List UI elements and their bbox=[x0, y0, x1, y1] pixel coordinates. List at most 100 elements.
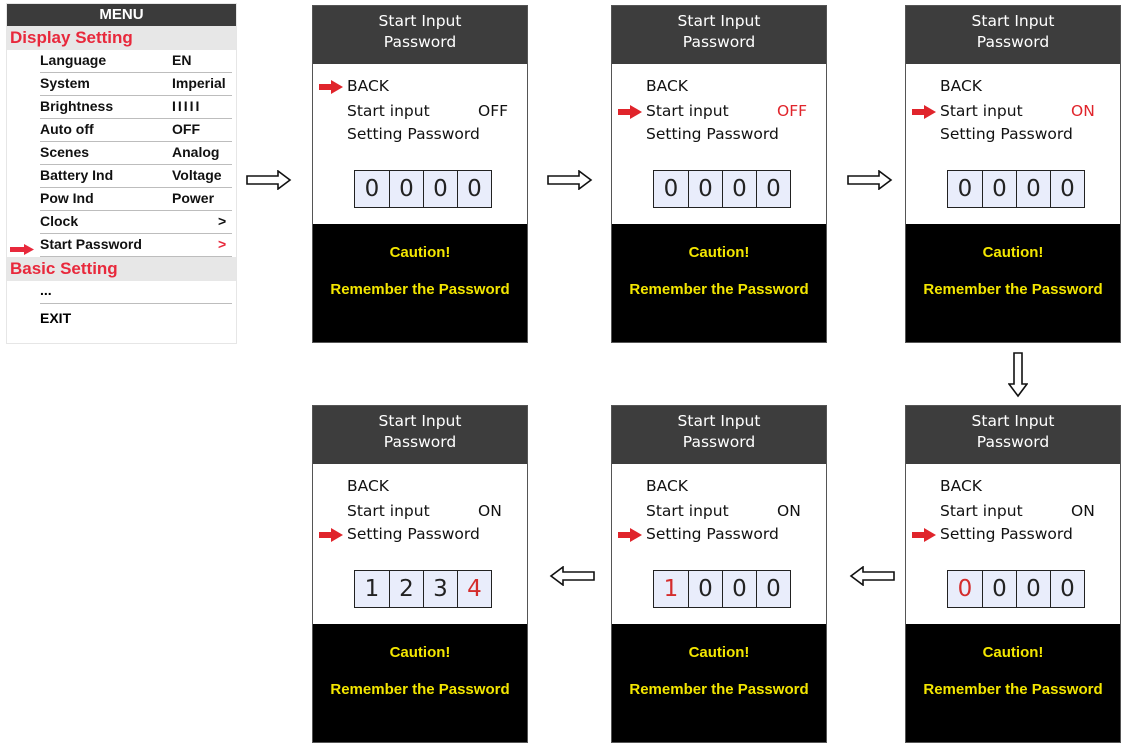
password-digit[interactable]: 4 bbox=[457, 571, 491, 607]
start-input-value: ON bbox=[1071, 102, 1095, 120]
menu-item-system[interactable]: System Imperial bbox=[40, 73, 232, 96]
option-back[interactable]: BACK bbox=[940, 477, 982, 495]
remember-text: Remember the Password bbox=[330, 681, 510, 698]
option-label: BACK bbox=[347, 477, 389, 495]
screen-title-line1: Start Input bbox=[971, 412, 1055, 430]
screen-title-line2: Password bbox=[383, 33, 457, 51]
option-setting-password[interactable]: Setting Password bbox=[618, 525, 779, 543]
password-digit[interactable]: 0 bbox=[756, 171, 790, 207]
option-back[interactable]: BACK bbox=[940, 77, 982, 95]
option-label: Start input bbox=[347, 502, 430, 520]
option-back[interactable]: BACK bbox=[646, 77, 688, 95]
option-label: Setting Password bbox=[646, 125, 779, 143]
menu-item-value: IIIII bbox=[172, 98, 202, 114]
password-digit[interactable]: 0 bbox=[982, 571, 1016, 607]
password-digit[interactable]: 0 bbox=[389, 171, 423, 207]
password-digit[interactable]: 0 bbox=[688, 171, 722, 207]
menu-item-label: Start Password bbox=[40, 236, 142, 252]
remember-text: Remember the Password bbox=[629, 681, 809, 698]
start-input-value: OFF bbox=[478, 102, 509, 120]
menu-item-start-password[interactable]: Start Password > bbox=[10, 234, 232, 257]
menu-item-auto-off[interactable]: Auto off OFF bbox=[40, 119, 232, 142]
menu-item-value: Voltage bbox=[172, 167, 222, 183]
screen-title-line2: Password bbox=[976, 33, 1050, 51]
password-digit[interactable]: 1 bbox=[654, 571, 688, 607]
password-digit[interactable]: 0 bbox=[1050, 171, 1084, 207]
option-setting-password[interactable]: Setting Password bbox=[319, 525, 480, 543]
menu-section-display-setting[interactable]: Display Setting bbox=[7, 26, 236, 50]
option-label: Setting Password bbox=[646, 525, 779, 543]
menu-item-language[interactable]: Language EN bbox=[40, 50, 232, 73]
option-start-input[interactable]: Start input ON bbox=[912, 102, 1095, 120]
menu-item-label: Brightness bbox=[40, 98, 114, 114]
screen-title-line1: Start Input bbox=[378, 412, 462, 430]
password-digit[interactable]: 0 bbox=[948, 571, 982, 607]
option-label: Start input bbox=[347, 102, 430, 120]
menu-item-value: Imperial bbox=[172, 75, 226, 91]
option-label: Start input bbox=[940, 102, 1023, 120]
option-back[interactable]: BACK bbox=[319, 77, 389, 95]
menu-ellipsis: ... bbox=[40, 281, 232, 304]
menu-item-value: Power bbox=[172, 190, 215, 206]
option-start-input[interactable]: Start input OFF bbox=[347, 102, 508, 120]
option-back[interactable]: BACK bbox=[646, 477, 688, 495]
menu-item-brightness[interactable]: Brightness IIIII bbox=[40, 96, 232, 119]
start-input-value: ON bbox=[777, 502, 801, 520]
caution-text: Caution! bbox=[982, 644, 1044, 661]
option-start-input[interactable]: Start input ON bbox=[347, 502, 502, 520]
password-digit[interactable]: 0 bbox=[423, 171, 457, 207]
menu-item-label: Language bbox=[40, 52, 107, 68]
password-digit[interactable]: 0 bbox=[948, 171, 982, 207]
option-label: BACK bbox=[646, 77, 688, 95]
selection-arrow-icon bbox=[618, 105, 642, 123]
option-start-input[interactable]: Start input OFF bbox=[618, 102, 807, 120]
option-label: BACK bbox=[940, 77, 982, 95]
password-screen-2: Start Input Password BACK Start input OF… bbox=[612, 6, 826, 342]
option-setting-password[interactable]: Setting Password bbox=[912, 525, 1073, 543]
option-setting-password[interactable]: Setting Password bbox=[347, 125, 480, 143]
menu-item-exit[interactable]: EXIT bbox=[40, 304, 236, 330]
password-digit[interactable]: 0 bbox=[688, 571, 722, 607]
menu-item-value: OFF bbox=[172, 121, 200, 137]
password-digit[interactable]: 1 bbox=[355, 571, 389, 607]
menu-item-label: Scenes bbox=[40, 144, 90, 160]
menu-item-label: Battery Ind bbox=[40, 167, 114, 183]
password-digit[interactable]: 0 bbox=[722, 171, 756, 207]
password-digit[interactable]: 0 bbox=[1050, 571, 1084, 607]
option-start-input[interactable]: Start input ON bbox=[646, 502, 801, 520]
option-setting-password[interactable]: Setting Password bbox=[646, 125, 779, 143]
password-digit[interactable]: 0 bbox=[982, 171, 1016, 207]
menu-item-scenes[interactable]: Scenes Analog bbox=[40, 142, 232, 165]
option-label: Start input bbox=[646, 502, 729, 520]
menu-item-battery-ind[interactable]: Battery Ind Voltage bbox=[40, 165, 232, 188]
caution-panel: Caution! Remember the Password bbox=[906, 224, 1120, 342]
password-digit[interactable]: 2 bbox=[389, 571, 423, 607]
password-digits: 1 0 0 0 bbox=[653, 570, 791, 608]
start-input-value: OFF bbox=[777, 102, 808, 120]
password-digit[interactable]: 0 bbox=[1016, 571, 1050, 607]
screen-title-line2: Password bbox=[682, 33, 756, 51]
option-start-input[interactable]: Start input ON bbox=[940, 502, 1095, 520]
option-setting-password[interactable]: Setting Password bbox=[940, 125, 1073, 143]
option-label: Start input bbox=[940, 502, 1023, 520]
password-digit[interactable]: 0 bbox=[654, 171, 688, 207]
selection-arrow-icon bbox=[10, 240, 34, 261]
screen-title-line1: Start Input bbox=[677, 12, 761, 30]
menu-section-basic-setting[interactable]: Basic Setting bbox=[7, 257, 236, 281]
password-digit[interactable]: 0 bbox=[457, 171, 491, 207]
option-label: Setting Password bbox=[347, 125, 480, 143]
password-digit[interactable]: 3 bbox=[423, 571, 457, 607]
password-digit[interactable]: 0 bbox=[756, 571, 790, 607]
selection-arrow-icon bbox=[319, 80, 343, 98]
option-back[interactable]: BACK bbox=[347, 477, 389, 495]
remember-text: Remember the Password bbox=[923, 681, 1103, 698]
menu-item-clock[interactable]: Clock > bbox=[40, 211, 232, 234]
password-digit[interactable]: 0 bbox=[722, 571, 756, 607]
menu-item-pow-ind[interactable]: Pow Ind Power bbox=[40, 188, 232, 211]
password-digit[interactable]: 0 bbox=[355, 171, 389, 207]
menu-item-value: EN bbox=[172, 52, 192, 68]
screen-title-line1: Start Input bbox=[971, 12, 1055, 30]
menu-item-label: Auto off bbox=[40, 121, 94, 137]
screen-title-line2: Password bbox=[383, 433, 457, 451]
password-digit[interactable]: 0 bbox=[1016, 171, 1050, 207]
